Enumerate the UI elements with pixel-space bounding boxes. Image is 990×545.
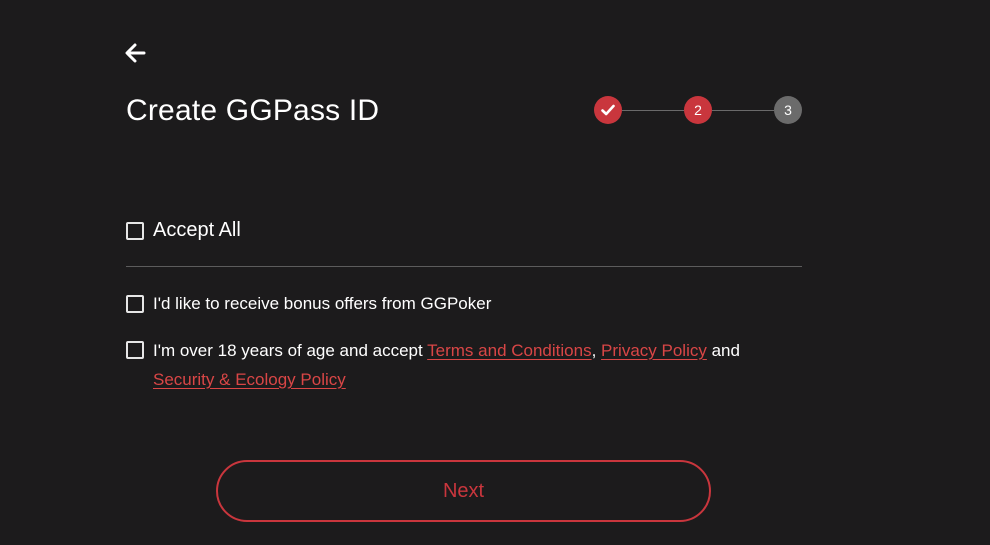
- step-2-active: 2: [684, 96, 712, 124]
- accept-all-row[interactable]: Accept All: [126, 218, 241, 242]
- age-terms-prefix: I'm over 18 years of age and accept: [153, 341, 428, 360]
- page-title: Create GGPass ID: [126, 94, 380, 127]
- accept-all-checkbox[interactable]: [126, 222, 144, 240]
- bonus-offers-label: I'd like to receive bonus offers from GG…: [153, 294, 492, 313]
- comma-text: ,: [591, 341, 597, 360]
- age-terms-row[interactable]: I'm over 18 years of age and accept Term…: [126, 338, 802, 394]
- age-terms-checkbox[interactable]: [126, 341, 144, 359]
- bonus-offers-checkbox[interactable]: [126, 295, 144, 313]
- divider: [126, 266, 802, 267]
- terms-link[interactable]: Terms and Conditions: [427, 341, 591, 360]
- step-3-pending: 3: [774, 96, 802, 124]
- step-connector: [622, 110, 684, 111]
- age-terms-label: I'm over 18 years of age and accept Term…: [153, 336, 740, 394]
- step-connector: [712, 110, 774, 111]
- privacy-link[interactable]: Privacy Policy: [601, 341, 707, 360]
- next-button[interactable]: Next: [216, 460, 711, 522]
- back-button[interactable]: [122, 40, 150, 66]
- step-1-completed: [594, 96, 622, 124]
- check-icon: [601, 104, 615, 116]
- bonus-offers-row[interactable]: I'd like to receive bonus offers from GG…: [126, 292, 491, 316]
- and-text: and: [706, 341, 740, 360]
- arrow-left-icon: [125, 43, 146, 63]
- progress-stepper: 2 3: [594, 96, 804, 125]
- accept-all-label: Accept All: [153, 219, 241, 241]
- security-link[interactable]: Security & Ecology Policy: [153, 370, 346, 389]
